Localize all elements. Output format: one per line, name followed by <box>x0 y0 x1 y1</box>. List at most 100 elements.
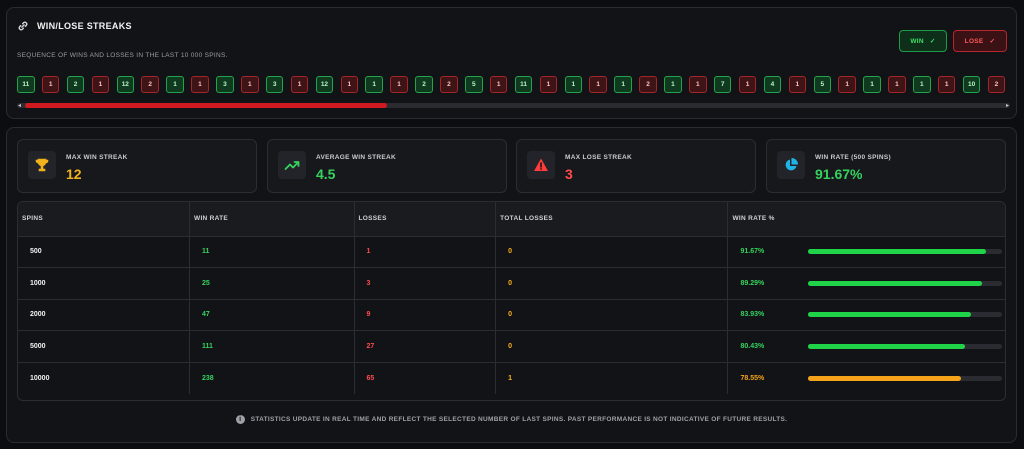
win-rate-text: 78.55% <box>740 374 765 382</box>
total-losses-cell: 0 <box>495 267 729 299</box>
win-streak-chip: 1 <box>166 76 184 93</box>
win-rate-bar <box>808 375 1003 381</box>
table-row: 10000 238 65 1 78.55% <box>18 361 1005 394</box>
lose-streak-chip: 1 <box>489 76 508 93</box>
streaks-title: WIN/LOSE STREAKS <box>37 21 132 31</box>
column-header: TOTAL LOSSES <box>495 202 729 236</box>
win-streak-chip: 3 <box>265 76 284 93</box>
check-icon: ✓ <box>929 38 936 45</box>
column-header: WIN RATE % <box>727 202 1005 236</box>
lose-filter-label: LOSE <box>964 37 984 45</box>
win-rate-bar <box>808 343 1003 349</box>
win-streak-chip: 3 <box>216 76 234 93</box>
column-header: LOSSES <box>354 202 497 236</box>
win-rate-bar-fill <box>808 280 982 286</box>
lose-streak-chip: 1 <box>91 76 110 93</box>
losses-cell: 1 <box>354 235 497 268</box>
card-label: AVERAGE WIN STREAK <box>316 154 397 161</box>
lose-streak-chip: 1 <box>689 76 707 93</box>
card-value: 3 <box>565 166 573 182</box>
win-rate-cell: 91.67% <box>727 235 1005 268</box>
total-losses-cell: 1 <box>495 361 729 394</box>
card-label: MAX LOSE STREAK <box>565 154 632 161</box>
lose-streak-chip: 1 <box>937 76 956 93</box>
win-streak-chip: 1 <box>664 76 682 93</box>
win-filter-button[interactable]: WIN ✓ <box>899 30 947 52</box>
lose-streak-chip: 1 <box>41 76 60 93</box>
win-streak-chip: 1 <box>614 76 632 93</box>
streaks-panel: WIN/LOSE STREAKS SEQUENCE OF WINS AND LO… <box>6 7 1017 119</box>
lose-streak-chip: 1 <box>390 76 408 93</box>
table-row: 2000 47 9 0 83.93% <box>18 298 1005 331</box>
pie-chart-icon <box>777 151 805 179</box>
win-rate-bar-fill <box>808 249 987 255</box>
lose-filter-button[interactable]: LOSE ✓ <box>953 30 1007 52</box>
lose-streak-chip: 1 <box>738 76 757 93</box>
win-rate-text: 83.93% <box>740 311 765 319</box>
trophy-icon <box>28 151 56 179</box>
win-streak-chip: 11 <box>17 76 35 93</box>
win-rate-bar <box>808 249 1003 255</box>
table-header-row: SPINS WIN RATE LOSSES TOTAL LOSSES WIN R… <box>18 202 1005 236</box>
total-losses-cell: 0 <box>495 330 729 362</box>
spins-cell: 500 <box>18 235 191 268</box>
streak-sequence: 11 1 2 1 12 2 1 1 3 1 3 1 12 1 1 1 2 2 5 1 11 1 1 1 1 2 1 1 7 1 4 1 5 1 1 1… <box>17 76 1010 94</box>
spins-stats-table: SPINS WIN RATE LOSSES TOTAL LOSSES WIN R… <box>17 201 1006 401</box>
win-rate-card: WIN RATE (500 SPINS) 91.67% <box>766 139 1006 193</box>
check-icon: ✓ <box>989 38 996 45</box>
wins-cell: 25 <box>189 267 355 299</box>
win-rate-text: 89.29% <box>740 279 765 287</box>
win-rate-bar <box>808 312 1003 318</box>
card-value: 91.67% <box>815 166 863 182</box>
wins-cell: 111 <box>189 330 355 362</box>
table-row: 1000 25 3 0 89.29% <box>18 267 1005 299</box>
average-win-streak-card: AVERAGE WIN STREAK 4.5 <box>267 139 507 193</box>
lose-streak-chip: 1 <box>589 76 607 93</box>
spins-cell: 5000 <box>18 330 191 362</box>
win-rate-cell: 83.93% <box>727 298 1005 331</box>
info-icon: i <box>235 415 245 424</box>
win-streak-chip: 1 <box>863 76 881 93</box>
spins-cell: 10000 <box>18 361 191 394</box>
table-row: 500 11 1 0 91.67% <box>18 235 1005 268</box>
spins-cell: 1000 <box>18 267 191 299</box>
lose-streak-chip: 2 <box>141 76 159 93</box>
streaks-header: WIN/LOSE STREAKS <box>17 20 132 32</box>
lose-streak-chip: 1 <box>241 76 259 93</box>
win-streak-chip: 10 <box>962 76 981 93</box>
scroll-right-icon[interactable]: ▸ <box>1006 102 1009 109</box>
link-icon <box>18 21 28 31</box>
win-streak-chip: 5 <box>465 76 483 93</box>
lose-streak-chip: 1 <box>191 76 209 93</box>
win-streak-chip: 1 <box>913 76 931 93</box>
win-streak-chip: 11 <box>514 76 533 93</box>
lose-streak-chip: 1 <box>788 76 807 93</box>
scroll-left-icon[interactable]: ◂ <box>18 102 21 109</box>
win-streak-chip: 2 <box>415 76 433 93</box>
win-streak-chip: 12 <box>315 76 334 93</box>
win-streak-chip: 1 <box>365 76 383 93</box>
column-header: SPINS <box>18 202 191 236</box>
total-losses-cell: 0 <box>495 298 729 331</box>
losses-cell: 3 <box>354 267 497 299</box>
stats-panel: MAX WIN STREAK 12 AVERAGE WIN STREAK 4.5… <box>6 127 1017 443</box>
sequence-scrollbar[interactable]: ◂ ▸ <box>17 102 1010 109</box>
win-streak-chip: 7 <box>713 76 732 93</box>
win-rate-text: 80.43% <box>740 342 765 350</box>
streaks-subtitle: SEQUENCE OF WINS AND LOSSES IN THE LAST … <box>17 52 228 59</box>
win-filter-label: WIN <box>910 37 924 45</box>
wins-cell: 47 <box>189 298 355 331</box>
win-streak-chip: 5 <box>813 76 831 93</box>
scrollbar-thumb[interactable] <box>25 103 387 108</box>
losses-cell: 27 <box>354 330 497 362</box>
losses-cell: 65 <box>354 361 497 394</box>
wins-cell: 238 <box>189 361 355 394</box>
lose-streak-chip: 1 <box>838 76 856 93</box>
win-rate-cell: 89.29% <box>727 267 1005 299</box>
lose-streak-chip: 2 <box>639 76 657 93</box>
card-value: 4.5 <box>316 166 336 182</box>
lose-streak-chip: 1 <box>290 76 309 93</box>
wins-cell: 11 <box>189 235 355 268</box>
win-rate-text: 91.67% <box>740 248 765 256</box>
win-rate-bar-fill <box>808 343 965 349</box>
